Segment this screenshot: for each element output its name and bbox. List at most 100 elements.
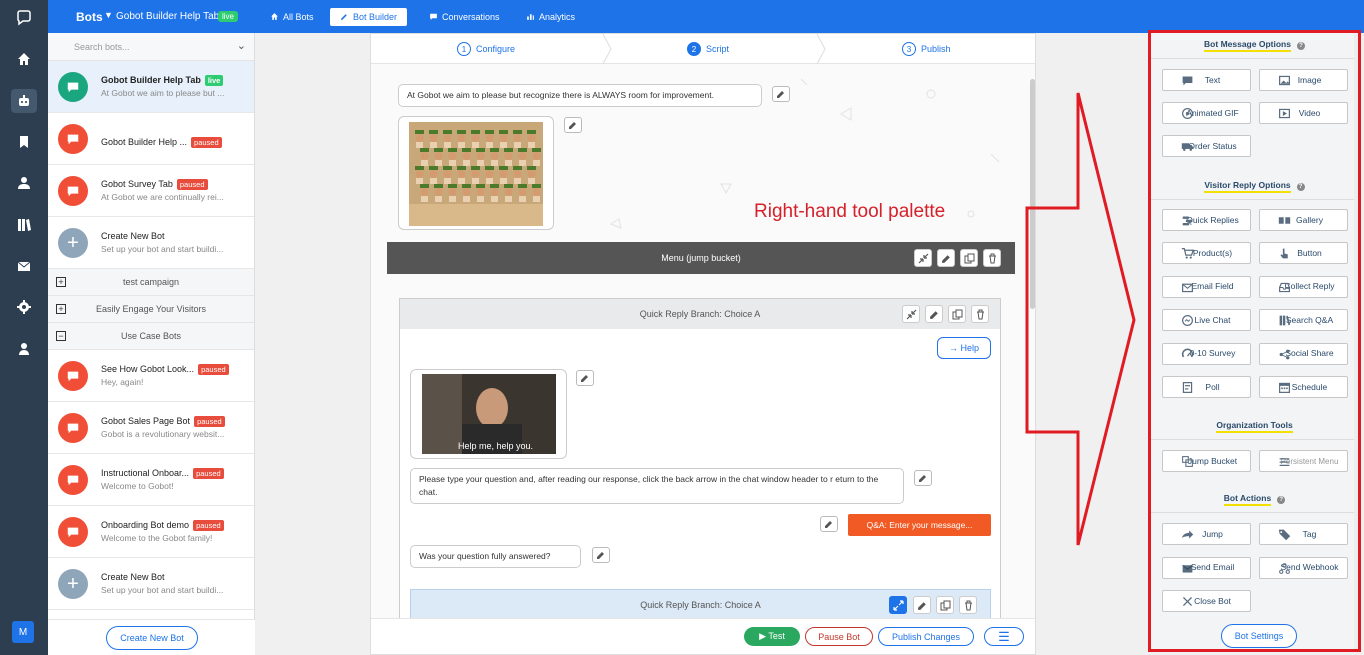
- edit-icon[interactable]: [937, 249, 955, 267]
- nav-bot-builder[interactable]: Bot Builder: [330, 8, 408, 26]
- pause-bot-button[interactable]: Pause Bot: [805, 627, 873, 646]
- bot-group[interactable]: + test campaign: [48, 269, 254, 296]
- nav-conversations[interactable]: Conversations: [419, 8, 510, 26]
- tool-jump[interactable]: Jump: [1162, 523, 1251, 545]
- trash-icon[interactable]: [971, 305, 989, 323]
- library-icon[interactable]: [11, 213, 37, 237]
- bot-list-item[interactable]: See How Gobot Look... paused Hey, again!: [48, 350, 254, 402]
- edit-icon[interactable]: [914, 470, 932, 486]
- logo-icon[interactable]: [11, 6, 37, 30]
- trash-icon[interactable]: [959, 596, 977, 614]
- tool-order-status[interactable]: Order Status: [1162, 135, 1251, 157]
- tool-button[interactable]: Button: [1259, 242, 1348, 265]
- menu-icon[interactable]: ☰: [984, 627, 1024, 646]
- tool-image[interactable]: Image: [1259, 69, 1348, 91]
- bookmark-icon[interactable]: [11, 130, 37, 154]
- collapse-icon[interactable]: −: [56, 331, 66, 341]
- person-icon[interactable]: [11, 337, 37, 361]
- robot-icon[interactable]: [11, 89, 37, 113]
- edit-icon[interactable]: [592, 547, 610, 563]
- bot-list-item[interactable]: Gobot Builder Help ... paused: [48, 113, 254, 165]
- tool-product-s-[interactable]: Product(s): [1162, 242, 1251, 265]
- tool-tag[interactable]: Tag: [1259, 523, 1348, 545]
- step-tab-configure[interactable]: 1 Configure: [457, 42, 515, 56]
- nav-analytics[interactable]: Analytics: [516, 8, 585, 26]
- tool-send-webhook[interactable]: Send Webhook: [1259, 556, 1348, 579]
- mail-icon[interactable]: [11, 254, 37, 278]
- home-icon[interactable]: [11, 47, 37, 71]
- bot-group[interactable]: − Use Case Bots: [48, 323, 254, 350]
- bot-list-item[interactable]: + Create New Bot Set up your bot and start…: [48, 217, 254, 269]
- message-bubble[interactable]: At Gobot we aim to please but recognize …: [398, 84, 762, 107]
- tool-social-share[interactable]: Social Share: [1259, 342, 1348, 365]
- copy-icon[interactable]: [936, 596, 954, 614]
- edit-icon[interactable]: [820, 516, 838, 532]
- user-icon[interactable]: [11, 171, 37, 195]
- bot-list-item[interactable]: Instructional Onboar... paused Welcome to …: [48, 454, 254, 506]
- tool-jump-bucket[interactable]: Jump Bucket: [1162, 450, 1251, 472]
- copy-icon[interactable]: [948, 305, 966, 323]
- home-icon: [270, 12, 279, 23]
- collapse-icon[interactable]: [914, 249, 932, 267]
- gif-bubble[interactable]: Help me, help you.: [410, 369, 567, 459]
- tool-email-field[interactable]: Email Field: [1162, 275, 1251, 298]
- edit-icon[interactable]: [925, 305, 943, 323]
- tool-animated-gif[interactable]: Animated GIF: [1162, 102, 1251, 124]
- tool-schedule[interactable]: Schedule: [1259, 376, 1348, 398]
- bot-list-item[interactable]: Gobot Survey Tab paused At Gobot we are co…: [48, 165, 254, 217]
- tool-0-10-survey[interactable]: 0-10 Survey: [1162, 342, 1251, 365]
- edit-icon[interactable]: [564, 117, 582, 133]
- help-button[interactable]: → Help: [937, 337, 991, 359]
- edit-icon[interactable]: [913, 596, 931, 614]
- bot-group[interactable]: + Easily Engage Your Visitors: [48, 296, 254, 323]
- help-icon[interactable]: ?: [1296, 182, 1305, 191]
- expand-icon[interactable]: [889, 596, 907, 614]
- expand-icon[interactable]: +: [56, 304, 66, 314]
- image-bubble[interactable]: [398, 116, 554, 230]
- tool-poll[interactable]: Poll: [1162, 376, 1251, 398]
- trash-icon[interactable]: [983, 249, 1001, 267]
- help-icon[interactable]: ?: [1296, 41, 1305, 50]
- tool-send-email[interactable]: Send Email: [1162, 556, 1251, 579]
- expand-icon[interactable]: +: [56, 277, 66, 287]
- brand-title[interactable]: Bots: [76, 10, 103, 24]
- qa-search-button[interactable]: Q&A: Enter your message...: [848, 514, 991, 536]
- edit-icon[interactable]: [772, 86, 790, 102]
- tool-search-q-a[interactable]: Search Q&A: [1259, 309, 1348, 332]
- test-button[interactable]: ▶ Test: [744, 627, 800, 646]
- palette-scrollbar[interactable]: [1354, 33, 1358, 649]
- builder-footer: ▶ Test Pause Bot Publish Changes ☰: [371, 618, 1035, 654]
- bot-list-item[interactable]: + Create New Bot Set up your bot and start…: [48, 558, 254, 610]
- bot-settings-button[interactable]: Bot Settings: [1221, 624, 1297, 648]
- help-icon[interactable]: ?: [1277, 495, 1286, 504]
- publish-changes-button[interactable]: Publish Changes: [878, 627, 974, 646]
- tool-live-chat[interactable]: Live Chat: [1162, 309, 1251, 332]
- user-avatar[interactable]: M: [12, 621, 34, 643]
- step-tab-script[interactable]: 2 Script: [687, 42, 729, 56]
- gear-icon[interactable]: [11, 295, 37, 319]
- tool-close-bot[interactable]: Close Bot: [1162, 590, 1251, 612]
- bot-list-item[interactable]: Gobot Sales Page Bot paused Gobot is a rev…: [48, 402, 254, 454]
- tool-gallery[interactable]: Gallery: [1259, 209, 1348, 231]
- tool-video[interactable]: Video: [1259, 102, 1348, 124]
- message-bubble[interactable]: Was your question fully answered?: [410, 545, 581, 568]
- chevron-down-icon[interactable]: ▼: [104, 10, 113, 20]
- tool-text[interactable]: Text: [1162, 69, 1251, 91]
- tool-persistent-menu[interactable]: Persistent Menu: [1259, 450, 1348, 472]
- step-tab-publish[interactable]: 3 Publish: [902, 42, 951, 56]
- message-bubble[interactable]: Please type your question and, after rea…: [410, 468, 904, 504]
- tool-collect-reply[interactable]: Collect Reply: [1259, 275, 1348, 298]
- search-input[interactable]: Search bots... ⌄: [48, 33, 254, 61]
- tool-label: Send Email: [1190, 562, 1235, 572]
- bot-list-item[interactable]: Onboarding Bot demo paused Welcome to the …: [48, 506, 254, 558]
- icon-rail: M: [0, 0, 48, 655]
- nav-all-bots[interactable]: All Bots: [260, 8, 324, 26]
- create-new-bot-button[interactable]: Create New Bot: [106, 626, 198, 650]
- step-label: Publish: [921, 44, 951, 54]
- copy-icon[interactable]: [960, 249, 978, 267]
- tool-quick-replies[interactable]: Quick Replies: [1162, 209, 1251, 231]
- chevron-down-icon[interactable]: ⌄: [237, 39, 246, 52]
- edit-icon[interactable]: [576, 370, 594, 386]
- bot-list-item[interactable]: Gobot Builder Help Tab live At Gobot we ai…: [48, 61, 254, 113]
- collapse-icon[interactable]: [902, 305, 920, 323]
